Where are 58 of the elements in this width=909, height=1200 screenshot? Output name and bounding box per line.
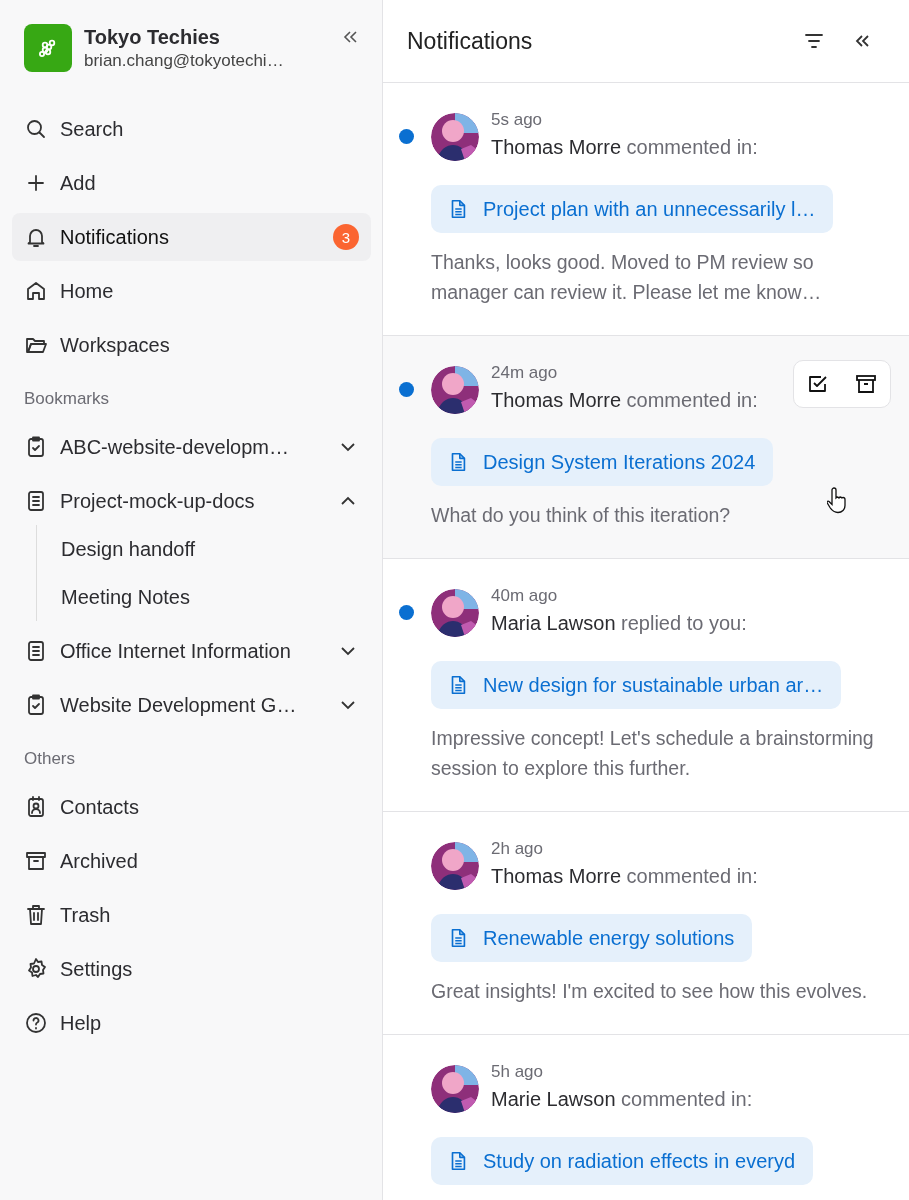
search-icon [24,117,48,141]
bookmark-child[interactable]: Design handoff [61,525,371,573]
bookmark-child[interactable]: Meeting Notes [61,573,371,621]
comment-text: What do you think of this iteration? [431,503,732,528]
nav-item[interactable]: Home [12,267,371,315]
nav-item[interactable]: Add [12,159,371,207]
comment-text: Great insights! I'm excited to see how this evolves. [431,979,869,1004]
bookmark-item[interactable]: Website Development G… [12,681,371,729]
nav-item[interactable]: Help [12,999,371,1047]
timestamp: 2h ago [491,839,544,859]
bookmark-item[interactable]: Project-mock-up-docs [12,477,371,525]
count-badge: 3 [333,224,359,250]
avatar [431,366,479,414]
section-heading: Others [23,749,77,769]
comment-text: Thanks, looks good. Moved to PM review so manager can review it. Please let me know… [431,250,823,305]
workspace-name: Tokyo Techies [84,26,221,49]
avatar [431,589,479,637]
home-icon [24,279,48,303]
notification-summary: Maria Lawson replied to you: [491,612,747,635]
notification-summary: Marie Lawson commented in: [491,1088,753,1111]
nav-item[interactable]: Archived [12,837,371,885]
nav-item[interactable]: Trash [12,891,371,939]
notification-item[interactable]: 24m ago Thomas Morre commented in: Design System Iterations 2024 What do you think of this iteration? [383,336,909,559]
notification-summary: Thomas Morre commented in: [491,136,758,159]
document-link[interactable]: New design for sustainable urban ar… [431,661,842,709]
document-link[interactable]: Project plan with an unnecessarily l… [431,185,834,233]
notification-summary: Thomas Morre commented in: [491,389,758,412]
timestamp: 5s ago [491,110,544,130]
trash-icon [24,903,48,927]
nav-item[interactable]: Contacts [12,783,371,831]
comment-text: Impressive concept! Let's schedule a brainstorming session to explore this further. [431,726,875,781]
archive-icon[interactable] [854,372,878,396]
nav-item[interactable]: Workspaces [12,321,371,369]
nav-item[interactable]: Settings [12,945,371,993]
timestamp: 40m ago [491,586,559,606]
help-icon [24,1011,48,1035]
timestamp: 5h ago [491,1062,544,1082]
avatar [431,113,479,161]
avatar [431,842,479,890]
nav-item[interactable]: Search [12,105,371,153]
workspace-logo [24,24,72,72]
avatar [431,1065,479,1113]
nav-item[interactable]: Notifications 3 [12,213,371,261]
notification-item[interactable]: 5h ago Marie Lawson commented in: Study on radiation effects in everyd [383,1035,909,1200]
document-link[interactable]: Study on radiation effects in everyd [431,1137,814,1185]
bookmark-item[interactable]: ABC-website-developm… [12,423,371,471]
document-link[interactable]: Renewable energy solutions [431,914,753,962]
notification-item[interactable]: 2h ago Thomas Morre commented in: Renewable energy solutions Great insights! I'm excited to see how this evolves. [383,812,909,1035]
panel-title: Notifications [407,27,534,55]
archive-icon [24,849,48,873]
timestamp: 24m ago [491,363,559,383]
notification-item[interactable]: 40m ago Maria Lawson replied to you: New design for sustainable urban ar… Impressive concept! Let's schedule a brainstorming session to explore this further. [383,559,909,812]
section-heading: Bookmarks [23,389,111,409]
bookmark-item[interactable]: Office Internet Information [12,627,371,675]
notification-summary: Thomas Morre commented in: [491,865,758,888]
account-email: brian.chang@tokyotechi… [84,51,285,71]
document-link[interactable]: Design System Iterations 2024 [431,438,774,486]
notification-item[interactable]: 5s ago Thomas Morre commented in: Project plan with an unnecessarily l… Thanks, looks good. Moved to PM review so manager can review it. Please let me know… [383,83,909,336]
